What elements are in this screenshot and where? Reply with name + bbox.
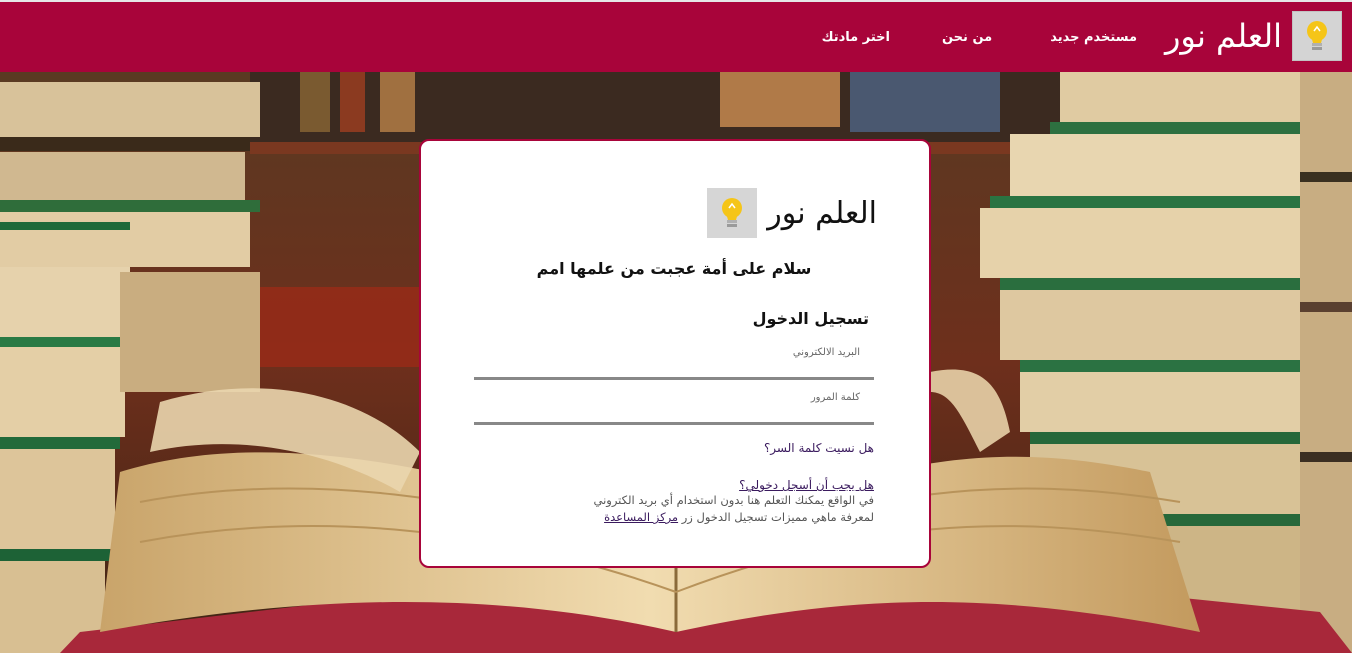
navbar-brand-text: العلم نور	[1164, 17, 1282, 55]
password-label: كلمة المرور	[810, 392, 860, 403]
help-center-link[interactable]: مركز المساعدة	[604, 510, 678, 524]
password-field-group: كلمة المرور	[474, 392, 874, 425]
email-input[interactable]	[474, 363, 874, 380]
nav-about-us[interactable]: من نحن	[942, 30, 992, 45]
tagline: سلام على أمة عجبت من علمها امم	[536, 259, 812, 278]
navbar-brand[interactable]: العلم نور	[1165, 10, 1342, 62]
navbar-links: مستخدم جديد من نحن اختر مادتك	[822, 30, 1137, 45]
nav-new-user[interactable]: مستخدم جديد	[1050, 30, 1137, 45]
email-field-group: البريد الالكتروني	[474, 347, 874, 380]
info-line-1: في الواقع يمكنك التعلم هنا بدون استخدام …	[593, 493, 874, 507]
login-title: تسجيل الدخول	[752, 309, 869, 328]
must-login-link[interactable]: هل يجب أن أسجل دخولي؟	[739, 478, 874, 492]
lightbulb-icon	[707, 188, 758, 238]
login-info-text: في الواقع يمكنك التعلم هنا بدون استخدام …	[454, 492, 874, 526]
nav-choose-subject[interactable]: اختر مادتك	[822, 30, 890, 45]
top-navbar: العلم نور مستخدم جديد من نحن اختر مادتك	[0, 0, 1352, 72]
info-line-2-text: لمعرفة ماهي مميزات تسجيل الدخول زر	[678, 510, 874, 524]
forgot-password-link[interactable]: هل نسيت كلمة السر؟	[764, 441, 874, 455]
password-input[interactable]	[474, 408, 874, 425]
info-line-2: لمعرفة ماهي مميزات تسجيل الدخول زر مركز …	[454, 509, 874, 526]
email-label: البريد الالكتروني	[792, 347, 860, 358]
lightbulb-icon	[1292, 11, 1342, 61]
card-brand: العلم نور	[707, 188, 877, 238]
card-brand-text: العلم نور	[767, 195, 877, 231]
login-card: العلم نور سلام على أمة عجبت من علمها امم…	[419, 139, 931, 568]
